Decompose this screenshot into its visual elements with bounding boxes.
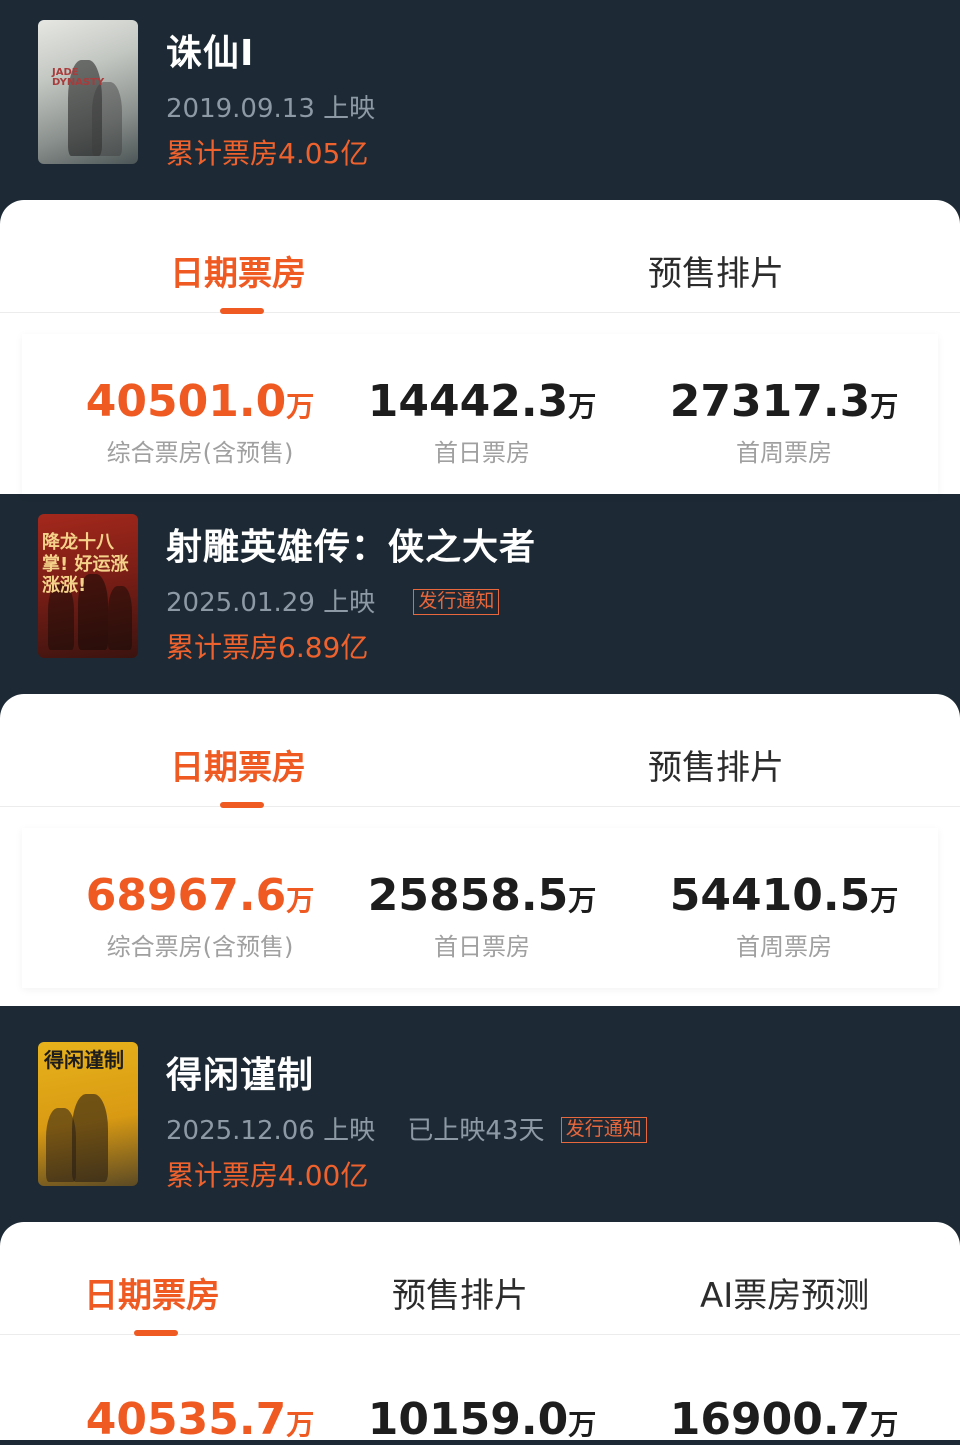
movie-section-zhuxian: JADE DYNASTY 诛仙Ⅰ 2019.09.13 上映 累计票房4.05亿…: [0, 0, 960, 494]
release-date: 2019.09.13 上映: [166, 88, 375, 125]
release-date-text: 2025.12.06 上映: [166, 1116, 376, 1146]
cumulative-box-office: 累计票房6.89亿: [166, 631, 369, 664]
stat-value: 54410.5: [669, 870, 871, 921]
movie-title[interactable]: 得闲谨制: [166, 1046, 314, 1098]
release-date: 2025.12.06 上映 已上映43天 发行通知: [166, 1110, 647, 1147]
distribution-notice-tag[interactable]: 发行通知: [560, 1117, 647, 1143]
stat-unit: 万: [286, 1408, 315, 1441]
tab-bar: 日期票房 预售排片 AI票房预测: [0, 1222, 960, 1336]
poster-title-text: 得闲谨制: [44, 1048, 124, 1072]
movie-title[interactable]: 射雕英雄传：侠之大者: [166, 518, 536, 570]
stat-unit: 万: [568, 884, 597, 917]
release-date-text: 2019.09.13 上映: [166, 94, 376, 124]
stat-value: 25858.5: [367, 870, 569, 921]
tab-bar: 日期票房 预售排片: [0, 200, 960, 314]
tab-daily-box-office[interactable]: 日期票房: [170, 740, 306, 789]
movie-section-shediao: 降龙十八掌! 好运涨涨涨! 射雕英雄传：侠之大者 2025.01.29 上映 发…: [0, 494, 960, 1006]
box-office-card: 日期票房 预售排片 40501.0万 综合票房(含预售) 14442.3万 首日…: [0, 200, 960, 494]
movie-poster[interactable]: 降龙十八掌! 好运涨涨涨!: [38, 514, 138, 658]
stat-label: 首周票房: [736, 933, 832, 961]
tab-presale-schedule[interactable]: 预售排片: [392, 1268, 528, 1317]
cumulative-box-office: 累计票房4.00亿: [166, 1159, 369, 1192]
stat-value: 14442.3: [367, 376, 569, 427]
stat-unit: 万: [286, 390, 315, 423]
stats-panel: 40501.0万 综合票房(含预售) 14442.3万 首日票房 27317.3…: [22, 334, 938, 494]
stat-value: 40501.0: [85, 376, 287, 427]
active-tab-indicator: [220, 308, 264, 314]
stats-panel: 40535.7万 10159.0万 16900.7万: [22, 1352, 938, 1445]
stat-value: 68967.6: [85, 870, 287, 921]
stat-first-day[interactable]: 14442.3万 首日票房: [332, 376, 632, 468]
stat-unit: 万: [870, 884, 899, 917]
tab-bar: 日期票房 预售排片: [0, 694, 960, 808]
stat-first-day[interactable]: 10159.0万: [332, 1394, 632, 1445]
stat-value: 40535.7: [85, 1394, 287, 1445]
tab-daily-box-office[interactable]: 日期票房: [170, 246, 306, 295]
stat-label: 首日票房: [434, 933, 530, 961]
tab-presale-schedule[interactable]: 预售排片: [648, 740, 784, 789]
poster-title-text: 降龙十八掌! 好运涨涨涨!: [42, 532, 129, 597]
stat-label: 综合票房(含预售): [106, 439, 294, 467]
stat-first-week[interactable]: 54410.5万 首周票房: [634, 870, 934, 962]
movie-poster[interactable]: 得闲谨制: [38, 1042, 138, 1186]
stat-first-week[interactable]: 16900.7万: [634, 1394, 934, 1445]
stat-label: 首日票房: [434, 439, 530, 467]
stat-value: 27317.3: [669, 376, 871, 427]
movie-poster[interactable]: JADE DYNASTY: [38, 20, 138, 164]
stat-total[interactable]: 40535.7万: [50, 1394, 350, 1445]
stat-unit: 万: [286, 884, 315, 917]
distribution-notice-tag[interactable]: 发行通知: [413, 589, 500, 615]
cumulative-box-office: 累计票房4.05亿: [166, 137, 369, 170]
box-office-card: 日期票房 预售排片 AI票房预测 40535.7万 10159.0万 16900…: [0, 1222, 960, 1445]
stat-unit: 万: [568, 1408, 597, 1441]
stats-panel: 68967.6万 综合票房(含预售) 25858.5万 首日票房 54410.5…: [22, 828, 938, 988]
movie-section-dexianjinzhi: 得闲谨制 得闲谨制 2025.12.06 上映 已上映43天 发行通知 累计票房…: [0, 1006, 960, 1445]
active-tab-indicator: [134, 1330, 178, 1336]
stat-unit: 万: [870, 390, 899, 423]
tab-daily-box-office[interactable]: 日期票房: [84, 1268, 220, 1317]
release-date-text: 2025.01.29 上映: [166, 588, 376, 618]
stat-label: 综合票房(含预售): [106, 933, 294, 961]
stat-unit: 万: [870, 1408, 899, 1441]
poster-title-text: JADE DYNASTY: [52, 67, 105, 88]
tab-ai-forecast[interactable]: AI票房预测: [700, 1268, 869, 1317]
stat-first-week[interactable]: 27317.3万 首周票房: [634, 376, 934, 468]
active-tab-indicator: [220, 802, 264, 808]
tab-presale-schedule[interactable]: 预售排片: [648, 246, 784, 295]
movie-title[interactable]: 诛仙Ⅰ: [166, 24, 254, 76]
stat-value: 16900.7: [669, 1394, 871, 1445]
stat-unit: 万: [568, 390, 597, 423]
box-office-card: 日期票房 预售排片 68967.6万 综合票房(含预售) 25858.5万 首日…: [0, 694, 960, 1006]
stat-label: 首周票房: [736, 439, 832, 467]
stat-total[interactable]: 40501.0万 综合票房(含预售): [50, 376, 350, 468]
stat-first-day[interactable]: 25858.5万 首日票房: [332, 870, 632, 962]
stat-value: 10159.0: [367, 1394, 569, 1445]
release-date: 2025.01.29 上映 发行通知: [166, 582, 500, 619]
days-since-release: 已上映43天: [407, 1116, 545, 1146]
stat-total[interactable]: 68967.6万 综合票房(含预售): [50, 870, 350, 962]
